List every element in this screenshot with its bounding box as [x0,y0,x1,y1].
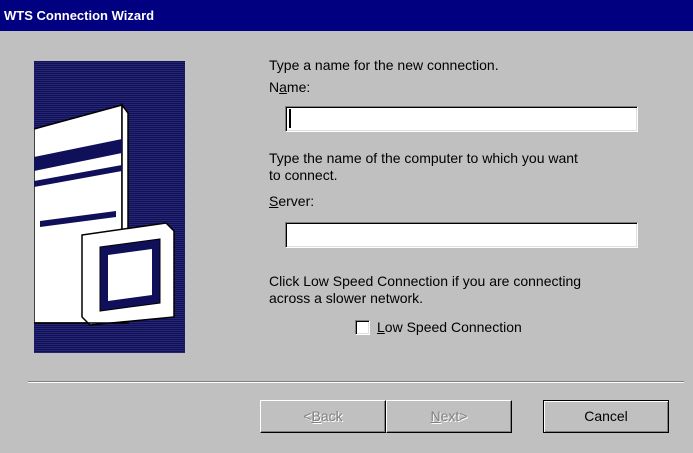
low-speed-accelerator: L [377,319,385,335]
name-input[interactable] [285,106,638,132]
window-title: WTS Connection Wizard [4,8,155,23]
back-post: ack [320,408,343,424]
back-accelerator: B [311,408,321,424]
name-label-accelerator: a [279,79,287,95]
server-label: Server: [269,193,314,210]
next-post: ext> [440,408,468,424]
title-bar[interactable]: WTS Connection Wizard [0,0,693,31]
name-label-post: me: [286,79,311,95]
server-with-monitor-icon [34,102,175,326]
back-pre: < [303,408,312,424]
text-caret [289,109,291,128]
next-button[interactable]: Next> [386,400,512,433]
server-label-post: erver: [278,193,315,209]
name-label-pre: N [269,79,280,95]
name-label: Name: [269,79,310,96]
speed-instruction-line1: Click Low Speed Connection if you are co… [269,273,582,289]
server-instruction-line2: to connect. [269,167,338,183]
button-separator [28,381,684,383]
next-accelerator: N [430,408,441,424]
wizard-artwork [34,61,185,353]
server-instruction-line1: Type the name of the computer to which y… [269,150,578,166]
cancel-button[interactable]: Cancel [543,400,669,433]
back-button[interactable]: <Back [260,400,386,433]
low-speed-checkbox-label[interactable]: Low Speed Connection [377,319,522,335]
low-speed-label-rest: ow Speed Connection [384,319,522,335]
server-input[interactable] [285,222,638,248]
server-label-accelerator: S [269,193,279,209]
name-instruction: Type a name for the new connection. [269,57,499,73]
low-speed-checkbox[interactable] [355,320,370,335]
speed-instruction-line2: across a slower network. [269,290,424,306]
